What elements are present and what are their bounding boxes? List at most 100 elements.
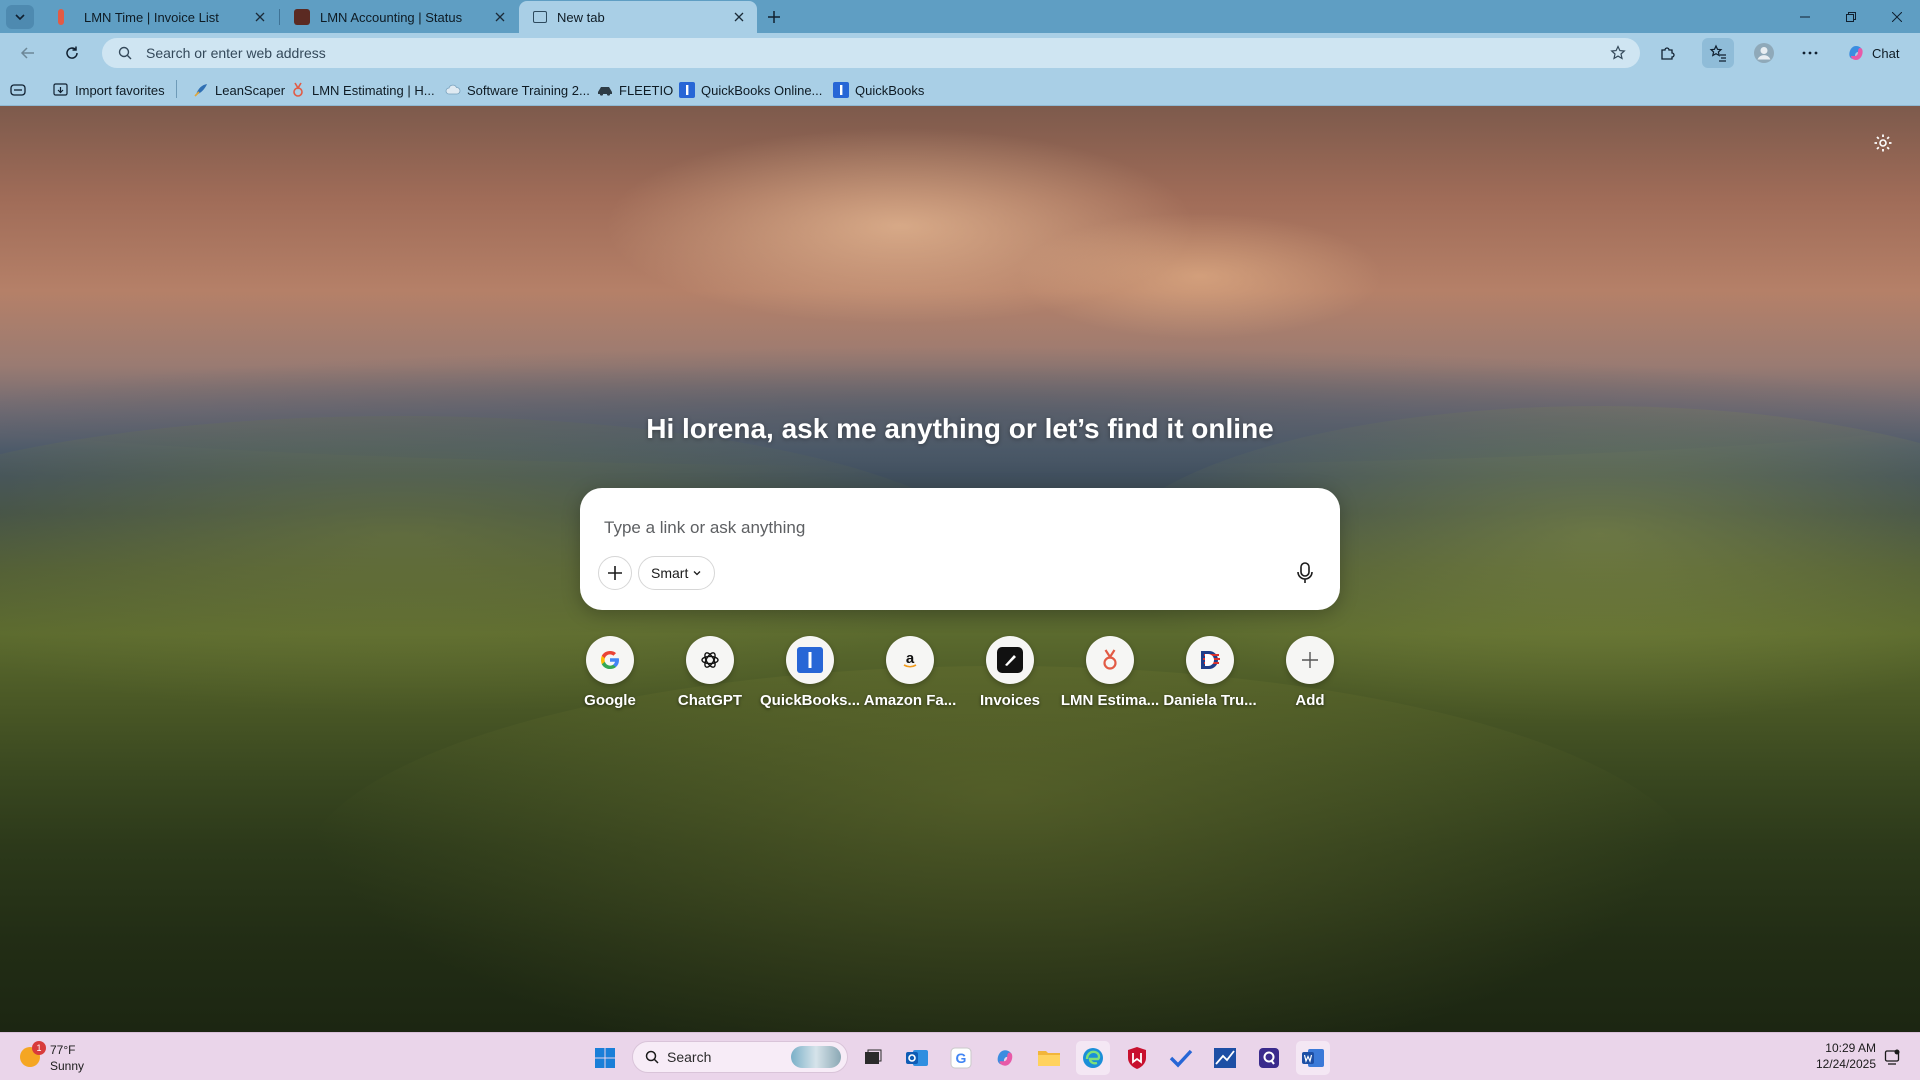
add-attachment-button[interactable] [598, 556, 632, 590]
close-icon[interactable] [252, 9, 268, 25]
quick-link-label: ChatGPT [677, 692, 743, 709]
favorite-star-icon[interactable] [1604, 39, 1632, 67]
taskbar-search-label: Search [667, 1049, 712, 1065]
new-tab-search-box[interactable]: Type a link or ask anything Smart [580, 488, 1340, 610]
avatar-icon [1754, 43, 1774, 63]
minimize-button[interactable] [1782, 0, 1828, 33]
quick-link-chatgpt[interactable]: ChatGPT [660, 636, 760, 709]
taskbar-word[interactable] [1296, 1041, 1330, 1075]
leanscaper-icon [193, 82, 209, 98]
windows-logo-icon [595, 1048, 615, 1068]
fav-lmn-estimating[interactable]: LMN Estimating | H... [290, 79, 435, 101]
fav-label: QuickBooks [855, 82, 925, 98]
taskbar-app-purple[interactable] [1252, 1041, 1286, 1075]
extensions-button[interactable] [1652, 38, 1684, 68]
puzzle-icon [1661, 47, 1675, 60]
notification-center-button[interactable] [1882, 1047, 1902, 1067]
fav-quickbooks[interactable]: QuickBooks [833, 79, 924, 101]
tab-actions-button[interactable] [6, 5, 34, 29]
quick-link-daniela-trucking[interactable]: Daniela Tru... [1160, 636, 1260, 709]
chatgpt-icon [686, 636, 734, 684]
back-button[interactable] [12, 38, 44, 68]
lmn-icon [290, 82, 306, 98]
chevron-down-icon [15, 14, 25, 21]
copilot-chat-button[interactable]: Chat [1840, 38, 1914, 68]
chat-label: Chat [1872, 45, 1900, 61]
lmn-icon [58, 9, 64, 25]
close-icon [1892, 11, 1902, 22]
quick-link-invoices[interactable]: Invoices [960, 636, 1060, 709]
fav-quickbooks-online[interactable]: QuickBooks Online... [679, 79, 822, 101]
fav-fleetio[interactable]: FLEETIO [597, 79, 673, 101]
quick-link-label: Amazon Fa... [863, 692, 957, 709]
quick-link-add[interactable]: Add [1260, 636, 1360, 709]
gear-icon [1874, 134, 1892, 152]
favorites-star-list-icon [1709, 44, 1726, 62]
quick-link-quickbooks[interactable]: QuickBooks... [760, 636, 860, 709]
google-icon: G [950, 1047, 972, 1069]
quick-link-label: Invoices [979, 692, 1041, 709]
taskbar-chrome-google[interactable]: G [944, 1041, 978, 1075]
address-bar[interactable]: Search or enter web address [102, 38, 1640, 68]
taskbar-edge[interactable] [1076, 1041, 1110, 1075]
copilot-icon [1849, 46, 1863, 60]
settings-more-button[interactable] [1794, 38, 1826, 68]
refresh-icon [66, 46, 78, 59]
chart-app-icon [1214, 1048, 1236, 1068]
tab-lmn-time[interactable]: LMN Time | Invoice List [40, 1, 278, 33]
taskbar-file-explorer[interactable] [1032, 1041, 1066, 1075]
tab-new-tab[interactable]: New tab [519, 1, 757, 33]
navigation-toolbar: Search or enter web address Chat [0, 33, 1920, 73]
taskbar-copilot[interactable] [988, 1041, 1022, 1075]
favorites-bar-menu[interactable] [10, 79, 26, 101]
edge-icon [1083, 1048, 1103, 1068]
fav-leanscaper[interactable]: LeanScaper [193, 79, 285, 101]
plus-icon [1286, 636, 1334, 684]
plus-icon [608, 566, 622, 580]
system-clock[interactable]: 10:29 AM 12/24/2025 [1790, 1040, 1876, 1072]
mode-label: Smart [651, 565, 689, 581]
favorites-button[interactable] [1702, 38, 1734, 68]
tab-label: New tab [557, 9, 605, 25]
close-icon[interactable] [492, 9, 508, 25]
word-icon [1302, 1049, 1324, 1067]
fav-import-favorites[interactable]: Import favorites [53, 79, 165, 101]
search-icon [116, 44, 134, 62]
tab-lmn-accounting[interactable]: LMN Accounting | Status [280, 1, 518, 33]
mode-dropdown[interactable]: Smart [638, 556, 716, 590]
fav-label: Import favorites [75, 82, 165, 98]
restore-icon [1846, 11, 1856, 22]
weather-widget[interactable]: 1 77°F Sunny [18, 1039, 138, 1075]
taskbar-app-blue[interactable] [1208, 1041, 1242, 1075]
restore-button[interactable] [1828, 0, 1874, 33]
taskbar-todo[interactable] [1164, 1041, 1198, 1075]
taskbar-mcafee[interactable] [1120, 1041, 1154, 1075]
purple-app-icon [1259, 1048, 1279, 1068]
microphone-icon [1297, 562, 1313, 583]
quick-link-lmn-estimating[interactable]: LMN Estima... [1060, 636, 1160, 709]
start-button[interactable] [588, 1041, 622, 1075]
svg-text:G: G [956, 1050, 967, 1066]
refresh-button[interactable] [56, 38, 88, 68]
daniela-icon [1186, 636, 1234, 684]
voice-search-button[interactable] [1288, 556, 1322, 590]
quick-link-google[interactable]: Google [560, 636, 660, 709]
fav-software-training[interactable]: Software Training 2... [445, 79, 590, 101]
new-tab-button[interactable] [760, 5, 788, 29]
taskbar-search[interactable]: Search [632, 1041, 848, 1073]
back-arrow-icon [20, 47, 34, 59]
quick-link-label: Add [1295, 692, 1325, 709]
outlook-icon [906, 1050, 928, 1066]
page-settings-button[interactable] [1868, 128, 1898, 158]
quick-link-label: LMN Estima... [1060, 692, 1160, 709]
svg-text:a: a [906, 650, 915, 667]
close-icon[interactable] [731, 9, 747, 25]
taskbar-outlook[interactable] [900, 1041, 934, 1075]
tab-label: LMN Time | Invoice List [84, 9, 219, 25]
close-window-button[interactable] [1874, 0, 1920, 33]
task-view-button[interactable] [856, 1041, 890, 1075]
minimize-icon [1800, 16, 1810, 17]
profile-button[interactable] [1748, 38, 1780, 68]
windows-taskbar: 1 77°F Sunny Search G 10:29 AM 12/24/202… [0, 1032, 1920, 1080]
quick-link-amazon[interactable]: a Amazon Fa... [860, 636, 960, 709]
